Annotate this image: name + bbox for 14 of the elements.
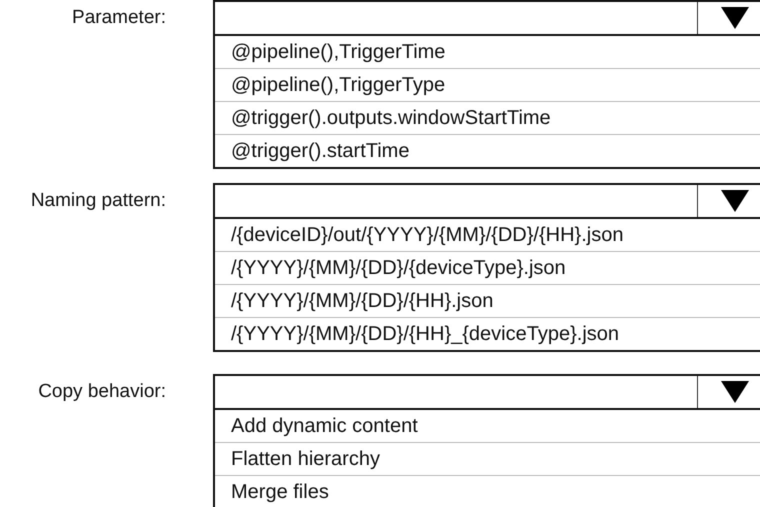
dropdown-option[interactable]: Flatten hierarchy [215,442,760,475]
dropdown-option[interactable]: @pipeline(),TriggerType [215,68,760,101]
dropdown-option[interactable]: /{deviceID}/out/{YYYY}/{MM}/{DD}/{HH}.json [215,219,760,251]
dropdown-option[interactable]: /{YYYY}/{MM}/{DD}/{deviceType}.json [215,251,760,284]
field-label: Copy behavior: [37,380,166,404]
dropdown-option[interactable]: Add dynamic content [215,410,760,442]
field-label: Naming pattern: [30,189,166,213]
dropdown-option[interactable]: @trigger().startTime [215,134,760,167]
dropdown-option[interactable]: @trigger().outputs.windowStartTime [215,101,760,134]
field-label: Parameter: [71,6,166,30]
dropdown-option[interactable]: @pipeline(),TriggerTime [215,36,760,68]
dropdown-option[interactable]: Merge files [215,475,760,507]
dropdown-option[interactable]: /{YYYY}/{MM}/{DD}/{HH}.json [215,284,760,317]
dropdown-option[interactable]: /{YYYY}/{MM}/{DD}/{HH}_{deviceType}.json [215,317,760,350]
